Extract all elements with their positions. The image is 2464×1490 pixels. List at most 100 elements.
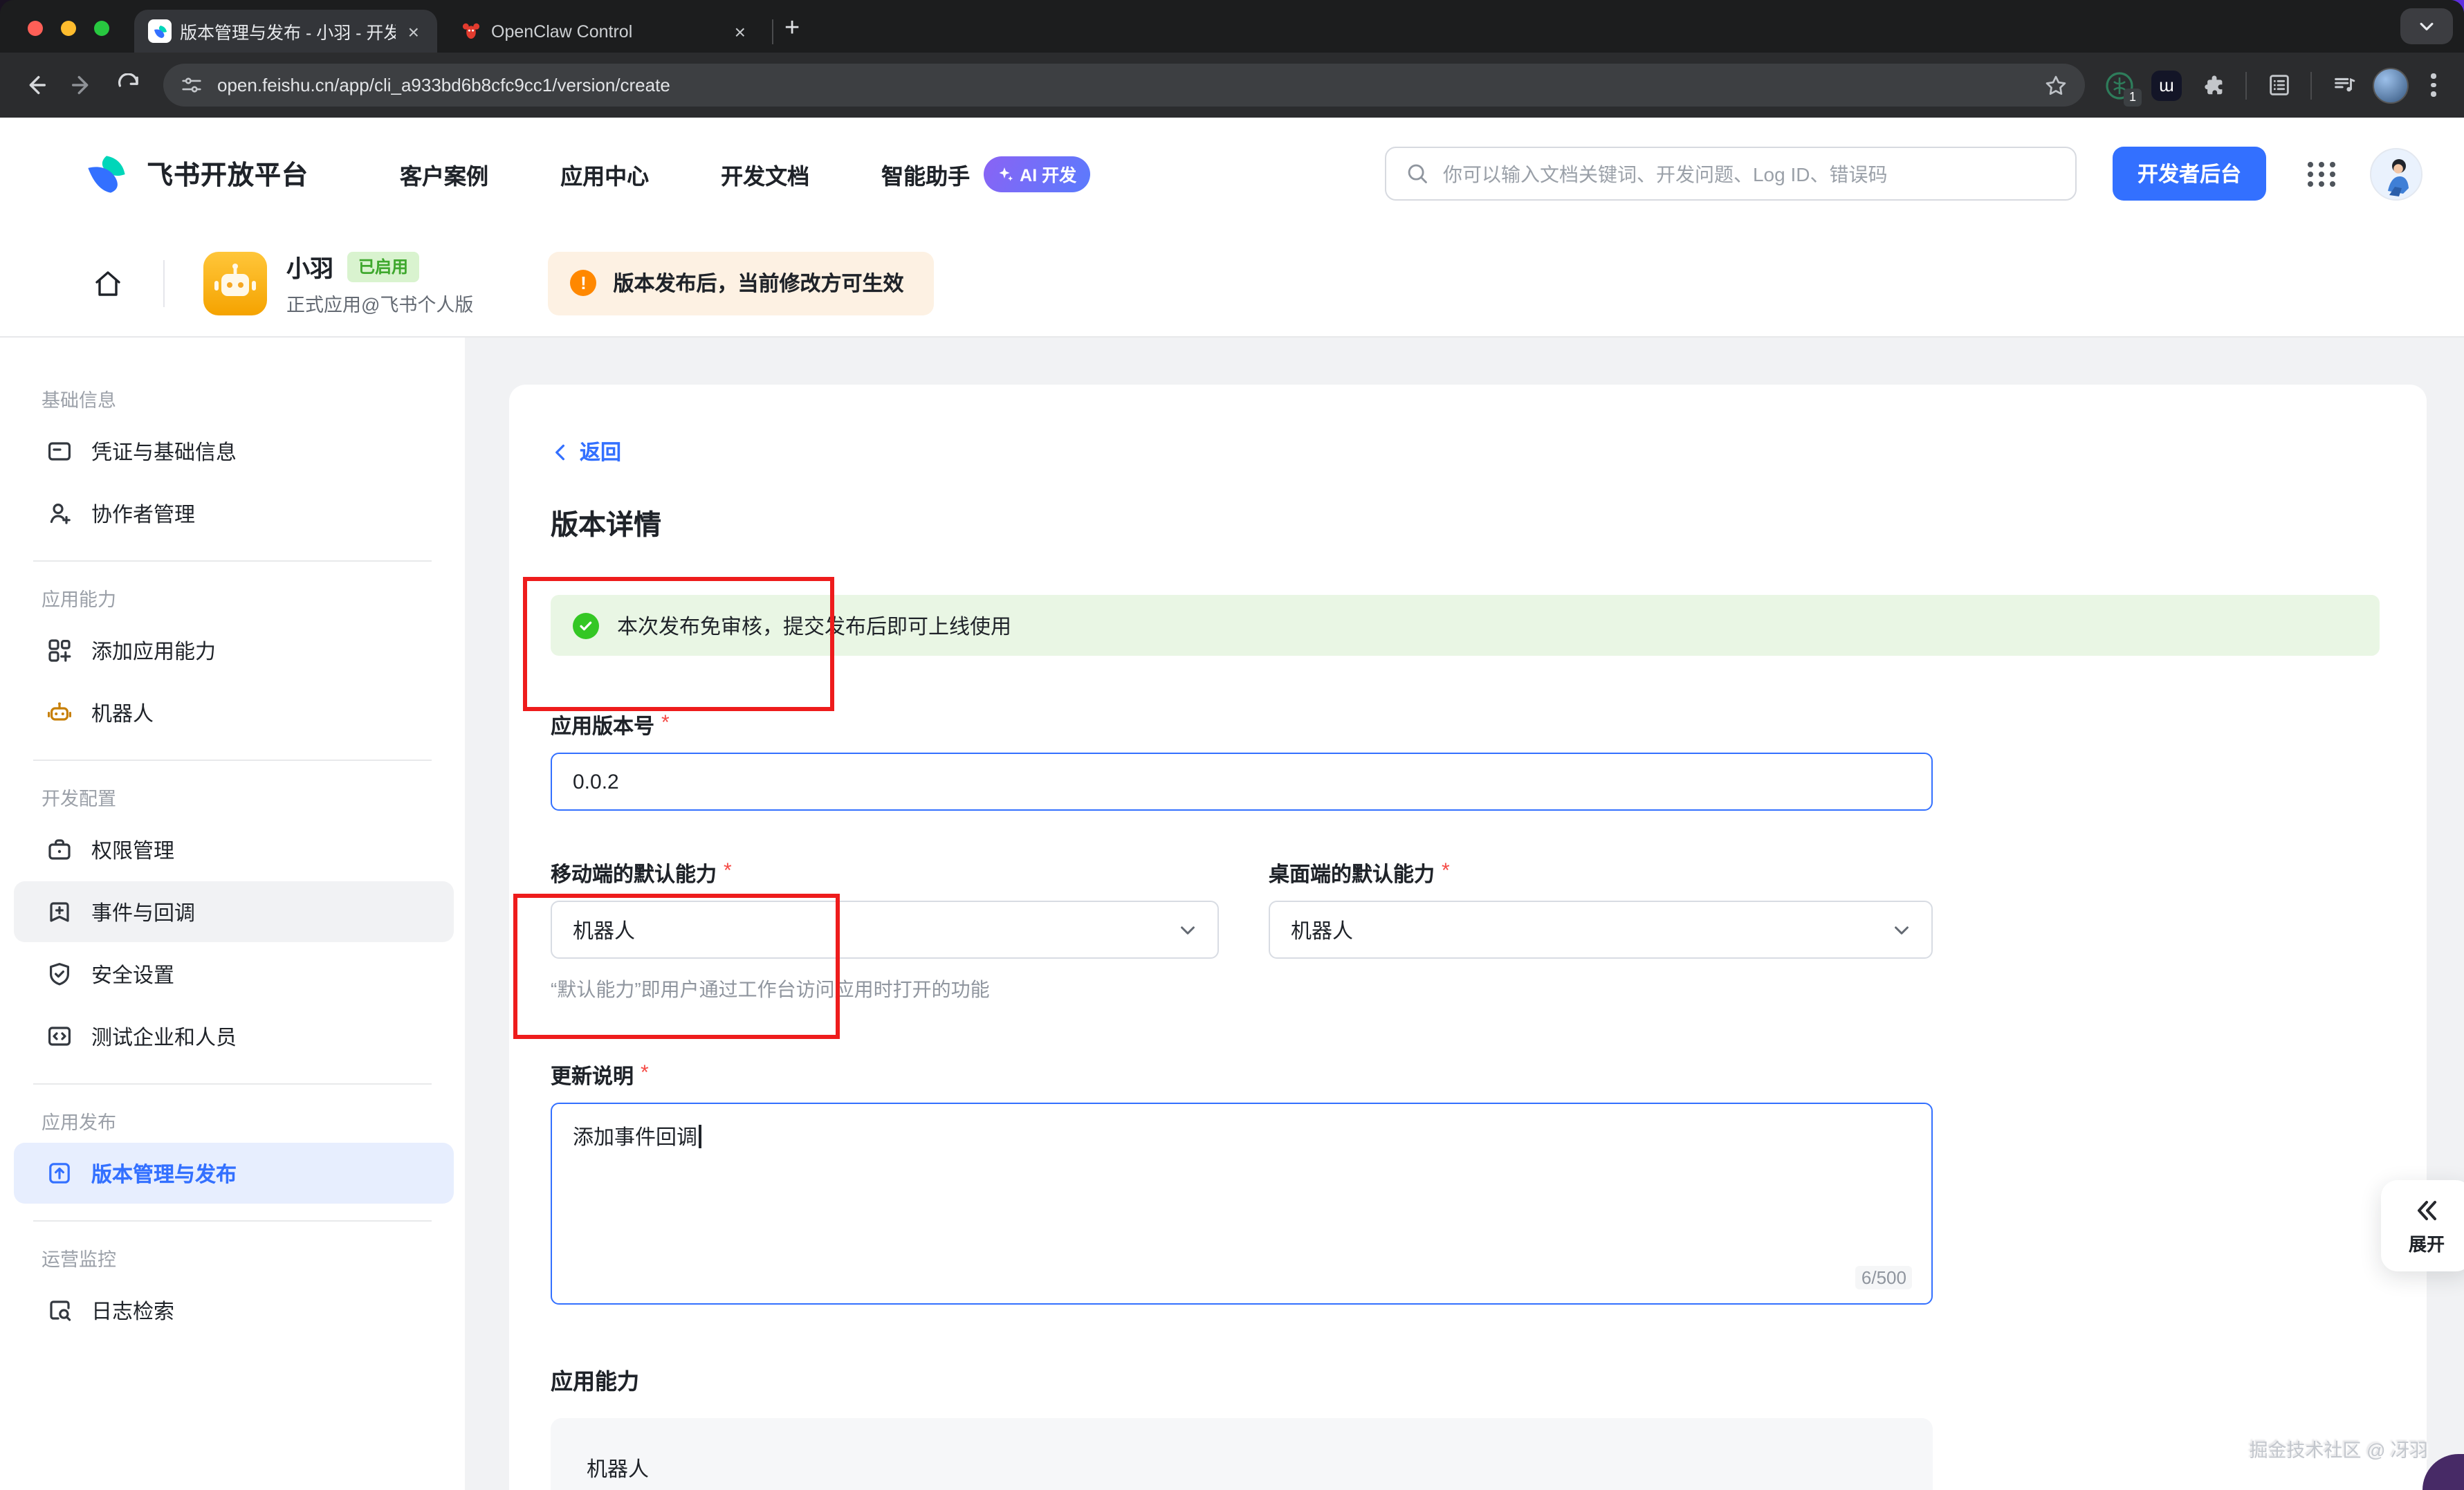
back-chevron-icon — [551, 442, 570, 461]
sidebar-item-add-capability[interactable]: 添加应用能力 — [14, 620, 454, 681]
version-input[interactable]: 0.0.2 — [551, 753, 1933, 811]
sidebar-item-permissions[interactable]: 权限管理 — [14, 819, 454, 880]
extensions-puzzle-icon[interactable] — [2193, 64, 2234, 106]
chevron-down-icon — [1891, 919, 1912, 940]
sidebar-section-monitoring: 运营监控 — [42, 1244, 465, 1271]
new-tab-button[interactable]: + — [782, 15, 811, 53]
double-chevron-left-icon — [2413, 1196, 2440, 1224]
close-tab-icon[interactable]: × — [730, 20, 750, 42]
status-badge: 已启用 — [347, 251, 419, 282]
sidebar-section-release: 应用发布 — [42, 1107, 465, 1134]
url-text[interactable]: open.feishu.cn/app/cli_a933bd6b8cfc9cc1/… — [217, 75, 2043, 95]
warning-banner: ! 版本发布后，当前修改方可生效 — [548, 251, 934, 315]
browser-menu-icon[interactable] — [2417, 64, 2450, 106]
bookmark-plus-icon — [46, 898, 73, 926]
home-icon[interactable] — [91, 266, 125, 300]
sidebar-item-log-search[interactable]: 日志检索 — [14, 1280, 454, 1341]
feishu-favicon-icon — [148, 19, 172, 43]
update-notes-textarea[interactable]: 添加事件回调 6/500 — [551, 1103, 1933, 1305]
code-brackets-icon — [46, 1022, 73, 1050]
feishu-brand[interactable]: 飞书开放平台 — [83, 150, 309, 197]
toolbar-divider — [2310, 71, 2312, 99]
search-icon — [1406, 162, 1429, 185]
desktop-capability-select[interactable]: 机器人 — [1269, 901, 1933, 959]
sparkle-icon — [997, 165, 1014, 182]
upload-square-icon — [46, 1159, 73, 1187]
sidebar-item-security[interactable]: 安全设置 — [14, 944, 454, 1004]
sidebar: 基础信息 凭证与基础信息 协作者管理 应用能力 添加应用能力 — [0, 338, 465, 1490]
extension-badge: 1 — [2124, 88, 2142, 106]
sidebar-divider — [33, 760, 432, 761]
sidebar-item-bot[interactable]: 机器人 — [14, 682, 454, 743]
warning-icon: ! — [570, 270, 596, 296]
forward-icon[interactable] — [61, 64, 102, 106]
sidebar-item-version-release[interactable]: 版本管理与发布 — [14, 1143, 454, 1204]
extension-green-icon[interactable]: 1 — [2099, 64, 2140, 106]
version-label: 应用版本号* — [551, 711, 2380, 740]
site-settings-icon[interactable] — [180, 73, 203, 97]
annotation-box-version — [523, 577, 834, 711]
user-avatar[interactable] — [2370, 147, 2422, 200]
reading-list-icon[interactable] — [2258, 64, 2299, 106]
tab-title: 版本管理与发布 - 小羽 - 开发者 — [180, 18, 396, 44]
sidebar-item-credentials[interactable]: 凭证与基础信息 — [14, 421, 454, 481]
minimize-window-button[interactable] — [61, 21, 76, 36]
sidebar-section-dev-config: 开发配置 — [42, 783, 465, 811]
screen: 版本管理与发布 - 小羽 - 开发者 × OpenClaw Control × … — [0, 0, 2464, 1490]
back-link[interactable]: 返回 — [551, 437, 647, 466]
watermark: 掘金技术社区 @ 冴羽 — [2250, 1435, 2428, 1462]
feishu-open-platform-page: 飞书开放平台 客户案例 应用中心 开发文档 智能助手 AI 开发 — [0, 118, 2464, 1490]
ai-dev-badge[interactable]: AI 开发 — [984, 156, 1090, 192]
sidebar-item-collaborators[interactable]: 协作者管理 — [14, 483, 454, 544]
app-grid-icon[interactable] — [2308, 161, 2337, 186]
briefcase-icon — [46, 836, 73, 863]
sidebar-divider — [33, 1220, 432, 1222]
update-notes-label: 更新说明* — [551, 1061, 2380, 1090]
toolbar-divider — [2245, 71, 2247, 99]
brand-name: 飞书开放平台 — [147, 155, 309, 192]
expand-panel-button[interactable]: 展开 — [2381, 1180, 2464, 1271]
media-playlist-icon[interactable] — [2323, 64, 2364, 106]
tab-openclaw[interactable]: OpenClaw Control × — [445, 10, 764, 53]
nav-dev-docs[interactable]: 开发文档 — [721, 157, 809, 190]
header-search[interactable] — [1385, 147, 2077, 201]
char-counter: 6/500 — [1856, 1266, 1912, 1289]
close-window-button[interactable] — [28, 21, 43, 36]
developer-console-button[interactable]: 开发者后台 — [2113, 147, 2266, 201]
nav-app-center[interactable]: 应用中心 — [560, 157, 649, 190]
feishu-logo-icon — [83, 150, 130, 197]
sidebar-item-events-callbacks[interactable]: 事件与回调 — [14, 881, 454, 942]
apps-add-icon — [46, 636, 73, 664]
nav-customer-cases[interactable]: 客户案例 — [400, 157, 488, 190]
capability-panel: 机器人 已启用 — [551, 1418, 1933, 1490]
app-type-label: 正式应用@飞书个人版 — [286, 289, 473, 317]
credential-card-icon — [46, 437, 73, 465]
chevron-down-icon — [1177, 919, 1198, 940]
browser-toolbar: open.feishu.cn/app/cli_a933bd6b8cfc9cc1/… — [0, 53, 2464, 118]
back-icon[interactable] — [14, 64, 55, 106]
sidebar-item-test-enterprise[interactable]: 测试企业和人员 — [14, 1006, 454, 1067]
zoom-window-button[interactable] — [94, 21, 109, 36]
tab-search-button[interactable] — [2400, 8, 2453, 44]
annotation-box-notes — [513, 894, 840, 1039]
app-icon[interactable] — [203, 251, 267, 315]
mobile-capability-label: 移动端的默认能力* — [551, 859, 1219, 888]
nav-ai-assistant[interactable]: 智能助手 AI 开发 — [881, 156, 1090, 192]
required-mark: * — [661, 711, 670, 740]
extension-un-icon[interactable]: ɯ — [2146, 64, 2187, 106]
tab-strip: 版本管理与发布 - 小羽 - 开发者 × OpenClaw Control × … — [0, 0, 2464, 53]
sidebar-divider — [33, 560, 432, 562]
browser-profile-avatar[interactable] — [2370, 64, 2411, 106]
app-meta: 小羽 已启用 正式应用@飞书个人版 — [286, 249, 473, 317]
sidebar-section-basic: 基础信息 — [42, 385, 465, 412]
address-bar[interactable]: open.feishu.cn/app/cli_a933bd6b8cfc9cc1/… — [163, 64, 2085, 107]
bookmark-star-icon[interactable] — [2043, 73, 2068, 98]
tab-title: OpenClaw Control — [491, 21, 722, 41]
window-controls[interactable] — [28, 21, 109, 36]
tab-version-release[interactable]: 版本管理与发布 - 小羽 - 开发者 × — [134, 10, 437, 53]
close-tab-icon[interactable]: × — [404, 20, 423, 42]
reload-icon[interactable] — [108, 64, 149, 106]
search-input[interactable] — [1443, 163, 2056, 185]
person-add-icon — [46, 499, 73, 527]
required-mark: * — [1442, 859, 1450, 888]
